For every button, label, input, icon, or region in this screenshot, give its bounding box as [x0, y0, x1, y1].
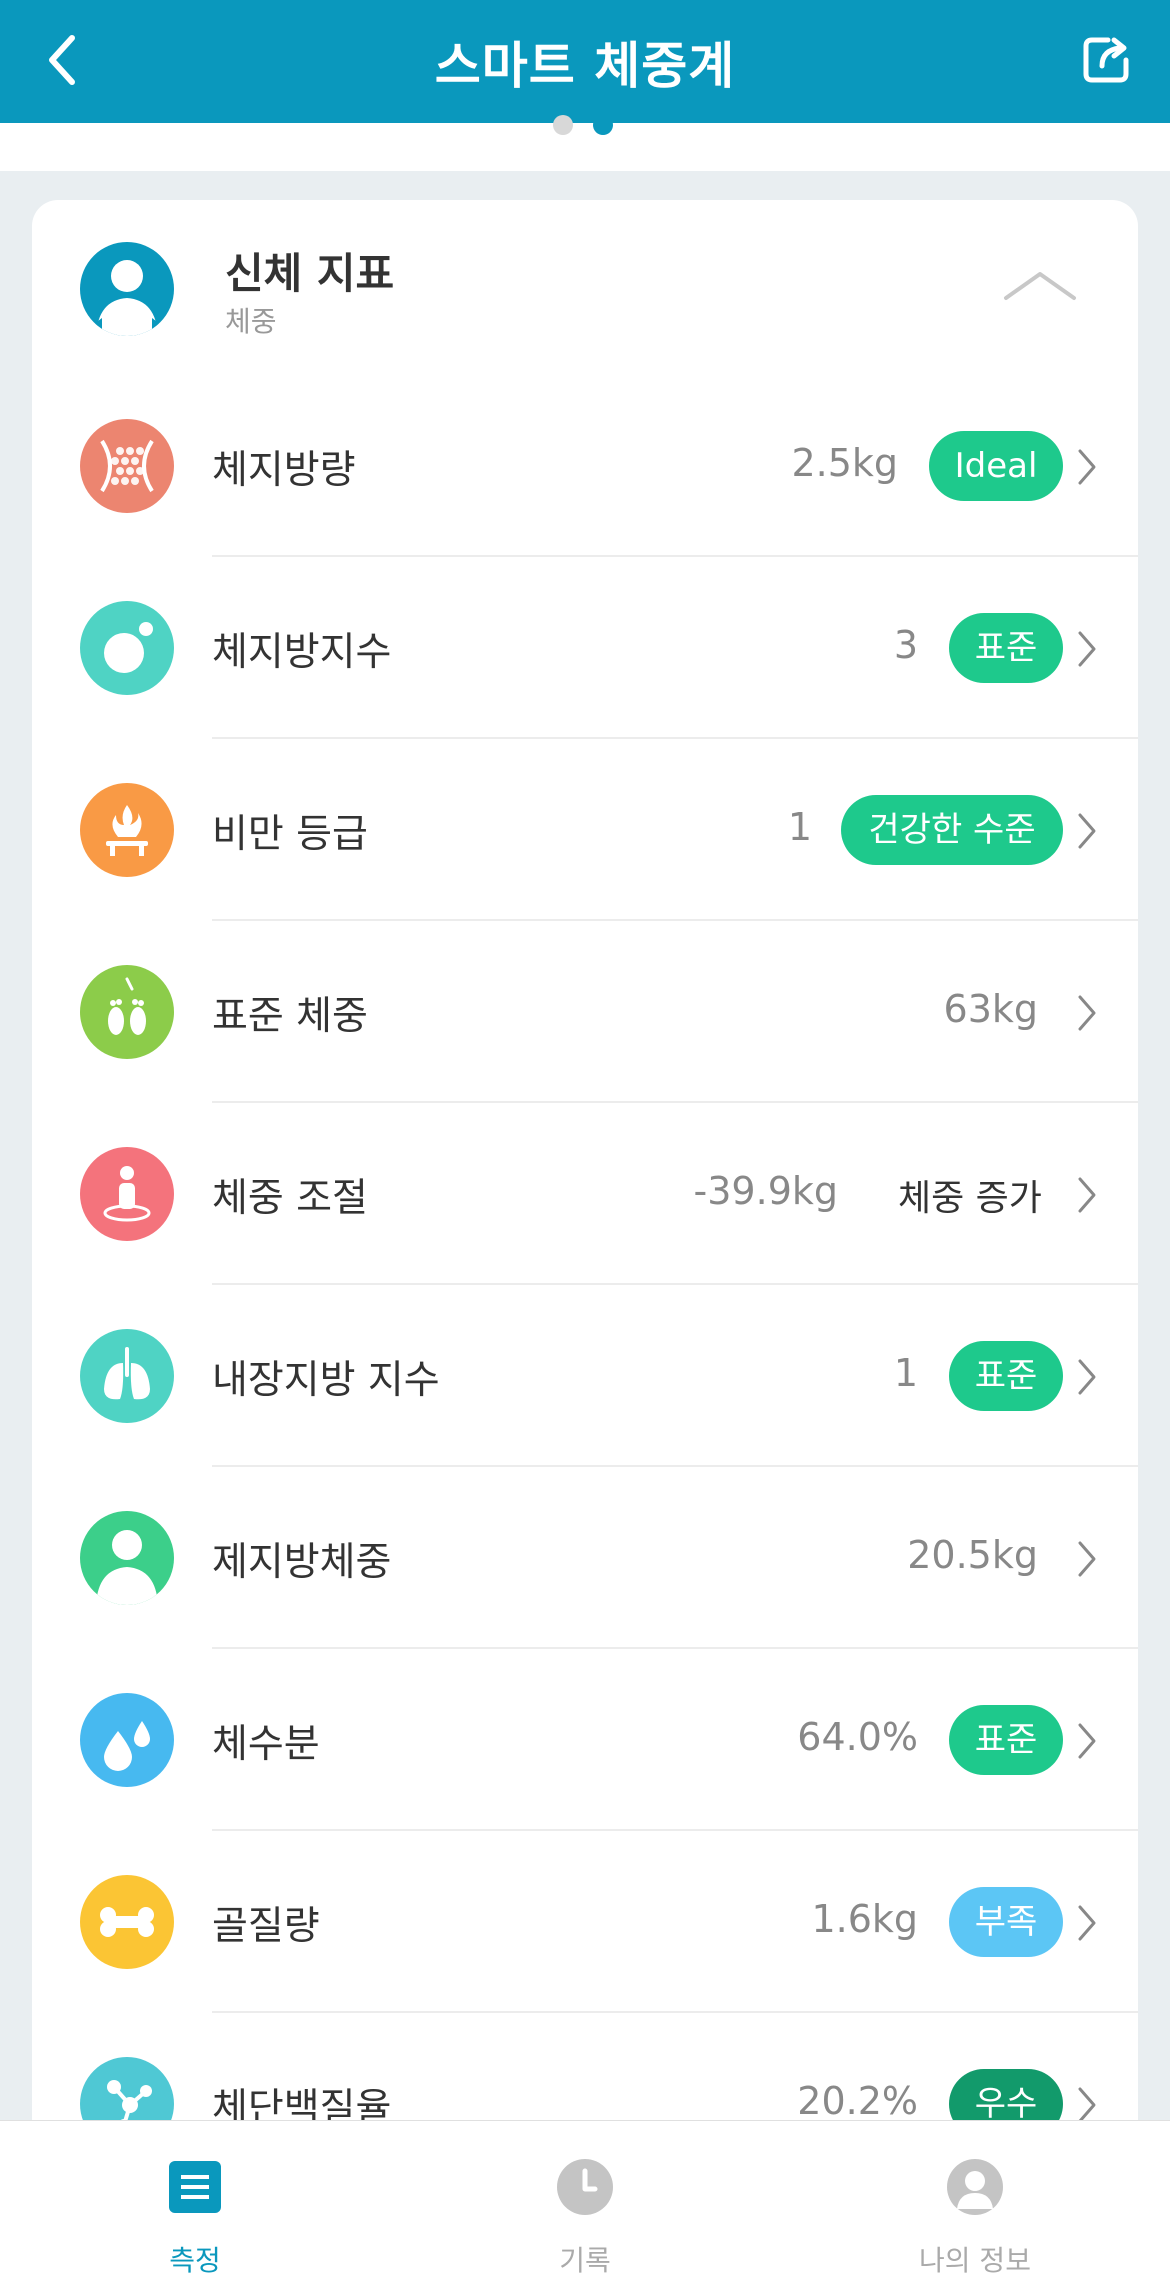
metric-row-fat-index[interactable]: 체지방지수 3 표준 [32, 557, 1138, 739]
tab-profile[interactable]: 나의 정보 [780, 2121, 1170, 2294]
chevron-up-icon[interactable] [1000, 266, 1080, 306]
metric-row-lean-body-mass[interactable]: 제지방체중 20.5kg [32, 1467, 1138, 1649]
metric-value: 2.5kg [791, 441, 898, 485]
metric-label: 체지방지수 [212, 630, 392, 675]
metric-row-bone-mass[interactable]: 골질량 1.6kg 부족 [32, 1831, 1138, 2013]
lean-body-mass-icon [80, 1511, 174, 1605]
page-title: 스마트 체중계 [434, 37, 736, 95]
weight-control-icon [80, 1147, 174, 1241]
profile-icon [947, 2159, 1003, 2215]
body-water-icon [80, 1693, 174, 1787]
status-badge: 표준 [949, 613, 1063, 683]
metric-value: -39.9kg [693, 1169, 838, 1213]
history-clock-icon [557, 2159, 613, 2215]
chevron-right-icon [1078, 813, 1096, 849]
body-avatar-icon [80, 242, 174, 336]
metric-row-weight-control[interactable]: 체중 조절 -39.9kg 체중 증가 [32, 1103, 1138, 1285]
metric-row-standard-weight[interactable]: 표준 체중 63kg [32, 921, 1138, 1103]
chevron-right-icon [1078, 1177, 1096, 1213]
metric-row-body-fat[interactable]: 체지방량 2.5kg Ideal [32, 375, 1138, 557]
tab-history[interactable]: 기록 [390, 2121, 780, 2294]
metric-value: 1 [893, 1351, 918, 1395]
bone-mass-icon [80, 1875, 174, 1969]
obesity-grade-icon [80, 783, 174, 877]
metric-label: 체수분 [212, 1722, 320, 1767]
tab-label: 측정 [169, 2244, 221, 2277]
metric-label: 비만 등급 [212, 812, 368, 857]
metric-value: 20.2% [797, 2079, 918, 2123]
standard-weight-icon [80, 965, 174, 1059]
chevron-right-icon [1078, 631, 1096, 667]
metric-value: 64.0% [797, 1715, 918, 1759]
chevron-right-icon [1078, 1359, 1096, 1395]
fat-index-icon [80, 601, 174, 695]
tab-label: 기록 [559, 2244, 611, 2277]
tab-label: 나의 정보 [919, 2244, 1031, 2277]
tab-measure[interactable]: 측정 [0, 2121, 390, 2294]
chevron-right-icon [1078, 995, 1096, 1031]
metric-label: 제지방체중 [212, 1540, 392, 1585]
chevron-right-icon [1078, 1541, 1096, 1577]
status-badge: 표준 [949, 1705, 1063, 1775]
chevron-right-icon [1078, 2087, 1096, 2123]
measure-icon [169, 2161, 221, 2213]
bottom-tab-bar: 측정 기록 나의 정보 [0, 2120, 1170, 2294]
metric-label: 체지방량 [212, 448, 356, 493]
page-dot-1[interactable] [553, 115, 573, 135]
section-title: 신체 지표 [225, 249, 395, 298]
status-badge: 건강한 수준 [841, 795, 1063, 865]
metric-value: 3 [893, 623, 918, 667]
status-badge: Ideal [929, 431, 1063, 501]
page-dot-2-active[interactable] [593, 115, 613, 135]
metric-label: 골질량 [212, 1904, 320, 1949]
metric-label: 내장지방 지수 [212, 1358, 440, 1403]
section-header[interactable]: 신체 지표 체중 [32, 200, 1138, 375]
body-metrics-card: 신체 지표 체중 체지방량 2.5kg Ideal 체지방지수 3 표준 비만 … [32, 200, 1138, 2294]
body-fat-icon [80, 419, 174, 513]
metric-value: 63kg [943, 987, 1038, 1031]
chevron-right-icon [1078, 1723, 1096, 1759]
status-text: 체중 증가 [898, 1178, 1042, 1219]
visceral-fat-icon [80, 1329, 174, 1423]
metric-label: 체중 조절 [212, 1176, 368, 1221]
metric-row-visceral-fat[interactable]: 내장지방 지수 1 표준 [32, 1285, 1138, 1467]
metric-row-obesity-grade[interactable]: 비만 등급 1 건강한 수준 [32, 739, 1138, 921]
page-indicator [0, 115, 1170, 171]
section-subtitle: 체중 [225, 305, 277, 338]
status-badge: 표준 [949, 1341, 1063, 1411]
metric-value: 1 [787, 805, 812, 849]
chevron-right-icon [1078, 1905, 1096, 1941]
app-header: 스마트 체중계 [0, 0, 1170, 123]
metric-value: 20.5kg [907, 1533, 1038, 1577]
status-badge: 부족 [949, 1887, 1063, 1957]
metric-label: 표준 체중 [212, 994, 368, 1039]
metric-value: 1.6kg [811, 1897, 918, 1941]
metric-row-body-water[interactable]: 체수분 64.0% 표준 [32, 1649, 1138, 1831]
chevron-right-icon [1078, 449, 1096, 485]
share-icon[interactable] [1080, 32, 1134, 86]
